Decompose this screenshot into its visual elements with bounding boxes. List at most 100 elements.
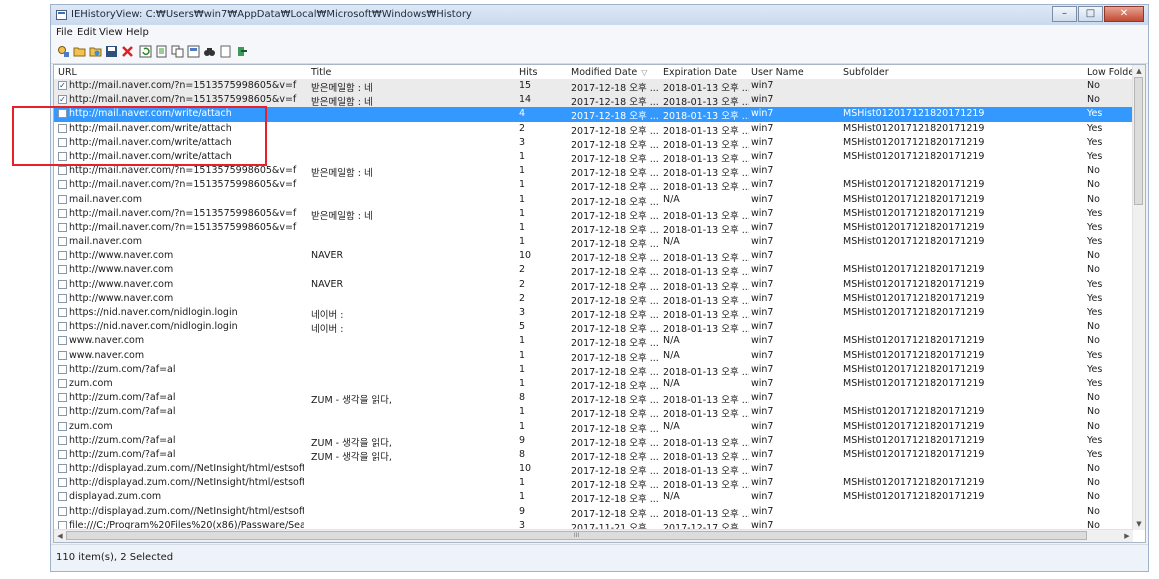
menu-view[interactable]: View bbox=[99, 27, 123, 38]
table-row[interactable]: www.naver.com 1 2017-12-18 오후 ... N/A win7 MS… bbox=[54, 334, 1133, 349]
maximize-button[interactable]: □ bbox=[1078, 6, 1103, 22]
exit-icon[interactable] bbox=[235, 45, 248, 58]
delete-icon[interactable] bbox=[121, 45, 134, 58]
table-row[interactable]: http://zum.com/?af=al 1 2017-12-18 오후 ... 2… bbox=[54, 363, 1133, 378]
column-url[interactable]: URL bbox=[58, 67, 77, 78]
row-checkbox[interactable] bbox=[58, 237, 67, 247]
scroll-left-icon[interactable]: ◀ bbox=[54, 530, 66, 542]
row-checkbox[interactable] bbox=[58, 506, 67, 516]
row-checkbox[interactable] bbox=[58, 279, 67, 289]
table-row[interactable]: http://displayad.zum.com//NetInsight/htm… bbox=[54, 476, 1133, 491]
table-row[interactable]: http://zum.com/?af=al ZUM - 생각을 읽다, 8 2017-… bbox=[54, 448, 1133, 463]
copy-icon[interactable] bbox=[171, 45, 184, 58]
user-name-cell: win7 bbox=[751, 434, 774, 446]
table-row[interactable]: http://www.naver.com 2 2017-12-18 오후 ... 20… bbox=[54, 292, 1133, 307]
row-checkbox[interactable] bbox=[58, 322, 67, 332]
minimize-button[interactable]: – bbox=[1052, 6, 1077, 22]
row-checkbox[interactable]: ✓ bbox=[58, 81, 67, 90]
table-row[interactable]: http://mail.naver.com/?n=1513575998605&v… bbox=[54, 178, 1133, 194]
menu-bar: File Edit View Help bbox=[51, 25, 1148, 41]
vertical-scrollbar[interactable]: ▲ ▼ bbox=[1132, 65, 1145, 530]
open-url-icon[interactable] bbox=[89, 45, 102, 58]
column-user-name[interactable]: User Name bbox=[751, 67, 804, 78]
table-row[interactable]: mail.naver.com 1 2017-12-18 오후 ... N/A win7 M… bbox=[54, 193, 1133, 208]
table-row[interactable]: mail.naver.com 1 2017-12-18 오후 ... N/A win7 M… bbox=[54, 235, 1133, 250]
low-folder-cell: Yes bbox=[1087, 236, 1103, 248]
table-row[interactable]: http://www.naver.com NAVER 2 2017-12-18 오후 … bbox=[54, 278, 1133, 293]
table-row[interactable]: www.naver.com 1 2017-12-18 오후 ... N/A win7 MS… bbox=[54, 349, 1133, 364]
refresh-icon[interactable] bbox=[139, 45, 152, 58]
row-checkbox[interactable]: ✓ bbox=[58, 95, 67, 105]
table-row[interactable]: https://nid.naver.com/nidlogin.login 네이버 … bbox=[54, 306, 1133, 321]
table-row[interactable]: http://zum.com/?af=al ZUM - 생각을 읽다, 8 2017-… bbox=[54, 391, 1133, 406]
column-title[interactable]: Title bbox=[311, 67, 331, 78]
table-row[interactable]: http://displayad.zum.com//NetInsight/htm… bbox=[54, 505, 1133, 520]
user-name-cell: win7 bbox=[751, 491, 774, 503]
scroll-up-icon[interactable]: ▲ bbox=[1133, 65, 1145, 77]
user-name-cell: win7 bbox=[751, 321, 774, 333]
find-icon[interactable] bbox=[203, 45, 216, 58]
hits-cell: 1 bbox=[519, 491, 526, 503]
row-checkbox[interactable] bbox=[58, 478, 67, 488]
column-low-folder[interactable]: Low Folder bbox=[1087, 67, 1138, 78]
low-folder-cell: Yes bbox=[1087, 122, 1103, 134]
row-checkbox[interactable] bbox=[58, 492, 67, 502]
table-row[interactable]: http://mail.naver.com/?n=1513575998605&v… bbox=[54, 207, 1133, 222]
open-folder-icon[interactable] bbox=[73, 45, 86, 58]
row-checkbox[interactable] bbox=[58, 222, 67, 232]
row-checkbox[interactable] bbox=[58, 194, 67, 204]
html-report-icon[interactable] bbox=[187, 45, 200, 58]
row-checkbox[interactable] bbox=[58, 308, 67, 317]
user-name-cell: win7 bbox=[751, 193, 774, 205]
row-checkbox[interactable] bbox=[58, 407, 67, 417]
table-row[interactable]: http://mail.naver.com/?n=1513575998605&v… bbox=[54, 221, 1133, 236]
row-checkbox[interactable] bbox=[58, 166, 67, 176]
table-row[interactable]: ✓ http://mail.naver.com/?n=1513575998605&… bbox=[54, 79, 1133, 94]
table-row[interactable]: http://mail.naver.com/?n=1513575998605&v… bbox=[54, 164, 1133, 179]
close-button[interactable]: ✕ bbox=[1104, 6, 1144, 22]
scroll-right-icon[interactable]: ▶ bbox=[1121, 530, 1133, 542]
table-row[interactable]: displayad.zum.com 1 2017-12-18 오후 ... N/A wi… bbox=[54, 490, 1133, 505]
table-row[interactable]: zum.com 1 2017-12-18 오후 ... N/A win7 MSHist01… bbox=[54, 377, 1133, 392]
table-row[interactable]: https://nid.naver.com/nidlogin.login 네이버 … bbox=[54, 320, 1133, 335]
table-row[interactable]: http://displayad.zum.com//NetInsight/htm… bbox=[54, 462, 1133, 477]
table-row[interactable]: http://www.naver.com 2 2017-12-18 오후 ... 20… bbox=[54, 263, 1133, 278]
title-bar[interactable]: IEHistoryView: C:₩Users₩win7₩AppData₩Loc… bbox=[51, 5, 1148, 25]
row-checkbox[interactable] bbox=[58, 378, 67, 388]
row-checkbox[interactable] bbox=[58, 265, 67, 275]
row-checkbox[interactable] bbox=[58, 464, 67, 474]
table-row[interactable]: zum.com 1 2017-12-18 오후 ... N/A win7 MSHist01… bbox=[54, 420, 1133, 435]
column-modified-date[interactable]: Modified Date ▽ bbox=[571, 67, 647, 78]
open-history-icon[interactable] bbox=[155, 45, 168, 58]
row-checkbox[interactable] bbox=[58, 364, 67, 374]
column-expiration-date[interactable]: Expiration Date bbox=[663, 67, 737, 78]
user-name-cell: win7 bbox=[751, 307, 774, 318]
row-checkbox[interactable] bbox=[58, 251, 67, 261]
row-checkbox[interactable] bbox=[58, 449, 67, 459]
row-checkbox[interactable] bbox=[58, 350, 67, 360]
properties-icon[interactable] bbox=[57, 45, 70, 58]
low-folder-cell: No bbox=[1087, 80, 1100, 91]
column-hits[interactable]: Hits bbox=[519, 67, 537, 78]
horizontal-scroll-thumb[interactable]: III bbox=[66, 531, 1087, 540]
modified-date-cell: 2017-12-18 오후 ... bbox=[571, 182, 659, 194]
table-row[interactable]: http://www.naver.com NAVER 10 2017-12-18 오후… bbox=[54, 249, 1133, 264]
row-checkbox[interactable] bbox=[58, 435, 67, 445]
column-subfolder[interactable]: Subfolder bbox=[843, 67, 889, 78]
row-checkbox[interactable] bbox=[58, 421, 67, 431]
row-checkbox[interactable] bbox=[58, 180, 67, 190]
horizontal-scrollbar[interactable]: ◀ III ▶ bbox=[54, 529, 1133, 542]
menu-file[interactable]: File bbox=[56, 27, 73, 38]
scroll-down-icon[interactable]: ▼ bbox=[1133, 518, 1145, 530]
select-all-icon[interactable] bbox=[219, 45, 232, 58]
row-checkbox[interactable] bbox=[58, 393, 67, 403]
row-checkbox[interactable] bbox=[58, 336, 67, 346]
menu-help[interactable]: Help bbox=[126, 27, 149, 38]
table-row[interactable]: http://zum.com/?af=al 1 2017-12-18 오후 ... 2… bbox=[54, 405, 1133, 420]
vertical-scroll-thumb[interactable] bbox=[1134, 77, 1143, 205]
save-icon[interactable] bbox=[105, 45, 118, 58]
row-checkbox[interactable] bbox=[58, 293, 67, 303]
row-checkbox[interactable] bbox=[58, 208, 67, 218]
table-row[interactable]: http://zum.com/?af=al ZUM - 생각을 읽다, 9 2017-… bbox=[54, 434, 1133, 449]
menu-edit[interactable]: Edit bbox=[77, 27, 96, 38]
